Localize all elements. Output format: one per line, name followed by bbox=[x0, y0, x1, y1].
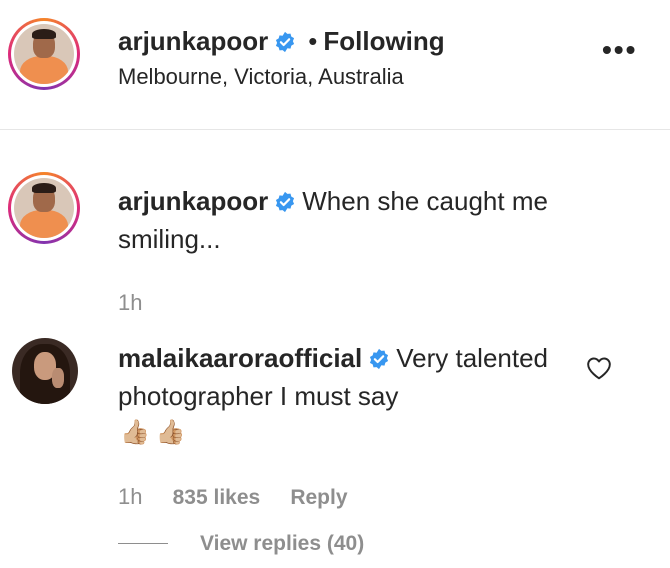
view-replies-button[interactable]: View replies (40) bbox=[118, 532, 364, 556]
replies-divider bbox=[118, 543, 168, 544]
post-location[interactable]: Melbourne, Victoria, Australia bbox=[118, 64, 404, 90]
heart-icon[interactable] bbox=[586, 356, 612, 380]
commenter-username[interactable]: malaikaaroraofficial bbox=[118, 343, 362, 373]
caption-username[interactable]: arjunkapoor bbox=[118, 186, 268, 216]
comment-meta: 1h 835 likes Reply bbox=[118, 484, 348, 510]
caption: arjunkapoor When she caught me smiling... bbox=[118, 182, 638, 258]
reply-button[interactable]: Reply bbox=[290, 486, 347, 509]
avatar-photo bbox=[14, 178, 74, 238]
post-author-username[interactable]: arjunkapoor bbox=[118, 26, 268, 56]
comment: malaikaaroraofficial Very talented photog… bbox=[118, 339, 578, 415]
comment-timestamp[interactable]: 1h bbox=[118, 484, 142, 509]
caption-timestamp[interactable]: 1h bbox=[118, 290, 142, 316]
more-options-icon[interactable]: ••• bbox=[602, 36, 637, 64]
following-button[interactable]: Following bbox=[323, 26, 444, 56]
comment-emoji: 👍🏼👍🏼 bbox=[120, 419, 192, 446]
comment-likes[interactable]: 835 likes bbox=[173, 486, 261, 509]
header-divider bbox=[0, 129, 670, 130]
post-header: arjunkapoor • Following bbox=[118, 26, 445, 57]
avatar-photo bbox=[14, 24, 74, 84]
separator-dot: • bbox=[308, 26, 318, 56]
verified-badge-icon bbox=[276, 31, 295, 53]
caption-author-avatar[interactable] bbox=[8, 172, 80, 244]
view-replies-label: View replies (40) bbox=[200, 532, 365, 555]
verified-badge-icon bbox=[276, 191, 295, 213]
commenter-avatar[interactable] bbox=[12, 338, 78, 404]
verified-badge-icon bbox=[370, 348, 389, 370]
post-author-avatar[interactable] bbox=[8, 18, 80, 90]
